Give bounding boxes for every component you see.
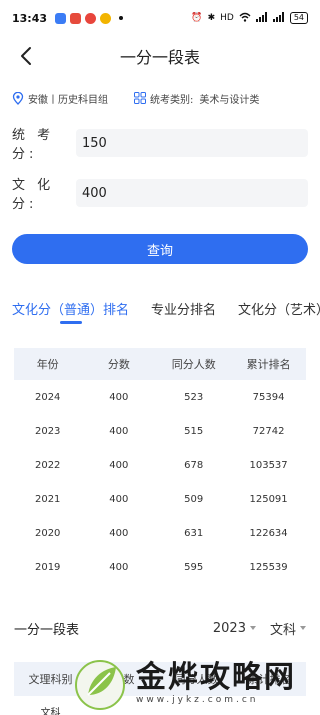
table-row: 2023 400 515 72742 <box>14 414 306 448</box>
app-notification-icon <box>100 12 112 24</box>
table-cell: 2024 <box>34 391 61 403</box>
alarm-icon: ⏰ <box>191 13 203 23</box>
rank-tabs: 文化分（普通）排名 专业分排名 文化分（艺术） <box>0 294 320 324</box>
table-cell: 509 <box>184 493 204 505</box>
status-indicators: ⏰ ✱ HD 54 <box>191 11 308 25</box>
battery-icon: 54 <box>289 12 308 24</box>
hd-label: HD <box>220 13 234 23</box>
table-cell: 678 <box>184 459 204 471</box>
app-notification-icon <box>70 12 82 24</box>
table-cell: 2021 <box>34 493 61 505</box>
table-cell: 2023 <box>34 425 61 437</box>
leaf-logo-icon <box>75 659 125 710</box>
grid-icon <box>134 92 146 104</box>
table-cell: 103537 <box>249 459 288 471</box>
table-row: 2019 400 595 125539 <box>14 550 306 584</box>
site-watermark: 金烨攻略网 www.jykz.com.cn <box>70 650 320 715</box>
watermark-text: 金烨攻略网 www.jykz.com.cn <box>136 659 296 705</box>
exam-score-input[interactable]: 150 <box>76 129 308 157</box>
table-cell: 400 <box>109 493 129 505</box>
table-row: 2022 400 678 103537 <box>14 448 306 482</box>
column-header: 累计排名 <box>246 358 291 371</box>
table-cell: 125539 <box>249 561 288 573</box>
exam-score-label: 统 考 分: <box>12 128 55 162</box>
table-row: 2021 400 509 125091 <box>14 482 306 516</box>
exam-type-label: 统考类别: <box>150 94 194 106</box>
app-notification-icon <box>85 12 97 24</box>
table-cell: 400 <box>109 391 129 403</box>
table-cell: 2019 <box>34 561 61 573</box>
table-cell: 515 <box>184 425 204 437</box>
table-cell: 400 <box>109 561 129 573</box>
signal-icon <box>255 11 268 25</box>
location-text: 安徽丨历史科目组 <box>28 94 108 106</box>
location-pin-icon <box>12 91 24 105</box>
exam-score-row: 统 考 分: 150 <box>0 124 320 162</box>
year-select-value: 2023 <box>212 620 246 636</box>
page-header: 一分一段表 <box>0 36 320 76</box>
tab-culture-art-rank[interactable]: 文化分（艺术） <box>238 299 320 324</box>
watermark-title: 金烨攻略网 <box>136 659 296 695</box>
watermark-url: www.jykz.com.cn <box>136 694 259 705</box>
signal-icon <box>272 11 285 25</box>
table-cell: 75394 <box>252 391 285 403</box>
culture-score-label: 文 化 分: <box>12 178 55 212</box>
subject-select[interactable]: 文科 <box>270 619 306 638</box>
table-cell: 125091 <box>249 493 288 505</box>
info-row: 安徽丨历史科目组 统考类别: 美术与设计类 <box>0 86 320 110</box>
back-button[interactable] <box>14 42 38 70</box>
year-select[interactable]: 2023 <box>213 621 256 636</box>
notification-icons <box>55 12 124 24</box>
tab-major-score-rank[interactable]: 专业分排名 <box>151 299 216 324</box>
tab-culture-general-rank[interactable]: 文化分（普通）排名 <box>12 299 129 324</box>
segment-title: 一分一段表 <box>14 622 80 638</box>
table-row: 2024 400 523 75394 <box>14 380 306 414</box>
table-cell: 400 <box>109 459 129 471</box>
table-cell: 595 <box>184 561 204 573</box>
table-cell: 400 <box>109 425 129 437</box>
subject-select-value: 文科 <box>269 622 296 638</box>
table-row: 2020 400 631 122634 <box>14 516 306 550</box>
table-cell: 400 <box>109 527 129 539</box>
table-cell: 523 <box>184 391 204 403</box>
bluetooth-icon: ✱ <box>207 13 216 23</box>
more-notifications-icon <box>119 16 124 20</box>
table-cell: 72742 <box>252 425 285 437</box>
chevron-down-icon <box>300 626 306 630</box>
culture-score-row: 文 化 分: 400 <box>0 174 320 212</box>
segment-filters: 2023 文科 <box>213 619 306 638</box>
wifi-icon <box>239 12 251 25</box>
table-cell: 122634 <box>249 527 288 539</box>
page-title: 一分一段表 <box>119 48 200 67</box>
rank-table-header: 年份 分数 同分人数 累计排名 <box>14 348 306 380</box>
chevron-left-icon <box>21 47 31 65</box>
rank-table: 年份 分数 同分人数 累计排名 2024 400 523 75394 2023 … <box>14 348 306 584</box>
column-header: 年份 <box>36 358 59 371</box>
query-button[interactable]: 查询 <box>12 234 308 264</box>
exam-type-value: 美术与设计类 <box>199 94 260 106</box>
exam-type-info[interactable]: 统考类别: 美术与设计类 <box>134 91 259 106</box>
column-header: 同分人数 <box>171 358 216 371</box>
chevron-down-icon <box>249 626 256 630</box>
status-bar: 13:43 ⏰ ✱ HD 54 <box>0 0 320 36</box>
table-cell: 2020 <box>34 527 61 539</box>
column-header: 分数 <box>107 358 130 371</box>
table-cell: 631 <box>184 527 204 539</box>
segment-header: 一分一段表 2023 文科 <box>0 616 320 640</box>
location-info[interactable]: 安徽丨历史科目组 <box>12 91 108 106</box>
app-notification-icon <box>55 12 67 24</box>
table-cell: 2022 <box>34 459 61 471</box>
status-time: 13:43 <box>12 11 48 25</box>
culture-score-input[interactable]: 400 <box>76 179 308 207</box>
